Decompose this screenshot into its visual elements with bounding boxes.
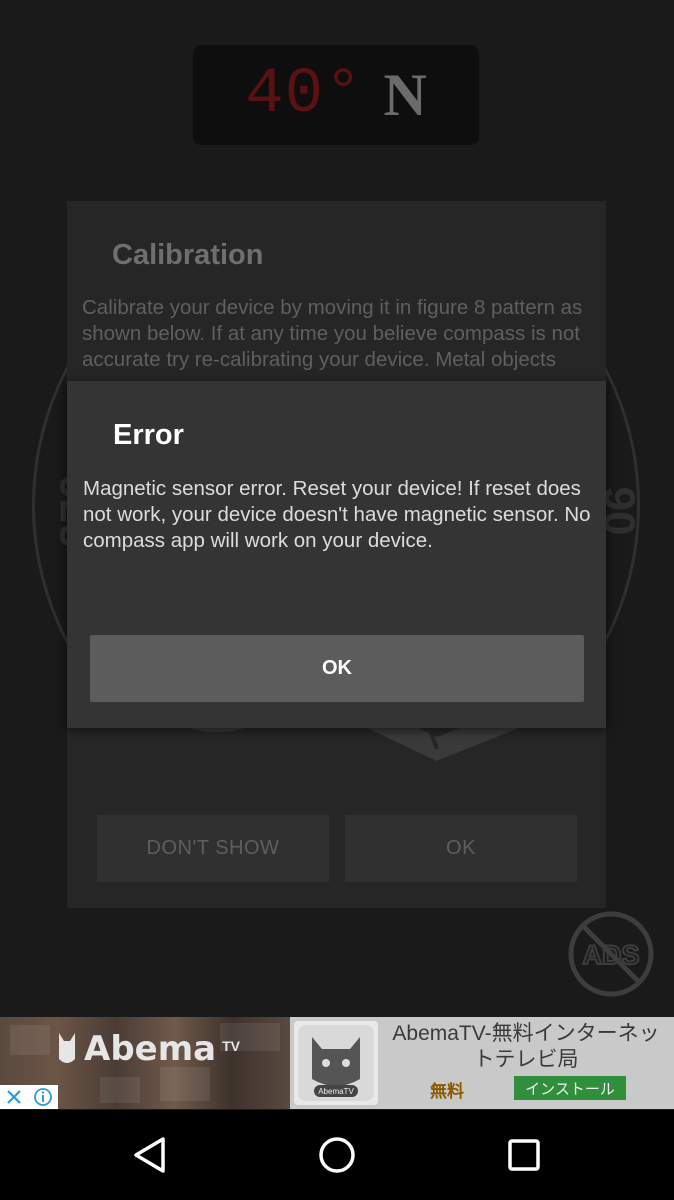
calibration-message: Calibrate your device by moving it in fi… xyxy=(82,296,583,375)
home-circle-icon[interactable] xyxy=(314,1132,360,1178)
error-dialog: Error Magnetic sensor error. Reset your … xyxy=(67,381,606,728)
system-nav-bar xyxy=(0,1110,674,1200)
abema-mascot-icon xyxy=(59,1033,75,1063)
calibration-title: Calibration xyxy=(112,239,264,271)
ad-install-button[interactable]: インストール xyxy=(514,1076,626,1100)
back-triangle-icon[interactable] xyxy=(127,1132,173,1178)
ad-image[interactable]: Abema TV xyxy=(0,1017,290,1109)
heading-degrees: 40° xyxy=(245,59,364,131)
ad-choices[interactable] xyxy=(0,1085,58,1109)
ad-app-icon[interactable]: AbemaTV xyxy=(294,1021,378,1105)
dont-show-button[interactable]: DON'T SHOW xyxy=(97,815,329,882)
recents-square-icon[interactable] xyxy=(501,1132,547,1178)
ad-brand-suffix: TV xyxy=(222,1038,240,1054)
heading-direction: N xyxy=(383,61,427,128)
heading-display: 40° N xyxy=(193,45,479,145)
error-ok-button[interactable]: OK xyxy=(90,635,584,702)
no-ads-icon[interactable]: ADS xyxy=(567,910,655,998)
ad-app-icon-label: AbemaTV xyxy=(318,1087,354,1096)
ad-close-icon[interactable] xyxy=(5,1088,23,1106)
calibration-ok-button[interactable]: OK xyxy=(345,815,577,882)
ad-brand: Abema TV xyxy=(56,1029,240,1069)
ad-brand-name: Abema xyxy=(84,1029,217,1069)
ad-price: 無料 xyxy=(430,1082,464,1101)
ad-banner[interactable]: Abema TV AbemaTV AbemaTV-無料インターネットテレビ局 無… xyxy=(0,1017,674,1109)
ad-info-icon[interactable] xyxy=(33,1087,53,1107)
error-title: Error xyxy=(113,419,184,451)
error-message: Magnetic sensor error. Reset your device… xyxy=(83,477,591,552)
ad-content[interactable]: AbemaTV AbemaTV-無料インターネットテレビ局 無料 インストール xyxy=(290,1017,674,1109)
ad-headline: AbemaTV-無料インターネットテレビ局 xyxy=(392,1022,660,1071)
screen: 40° N 270 90 Calibration Calibrate your … xyxy=(0,0,674,1200)
